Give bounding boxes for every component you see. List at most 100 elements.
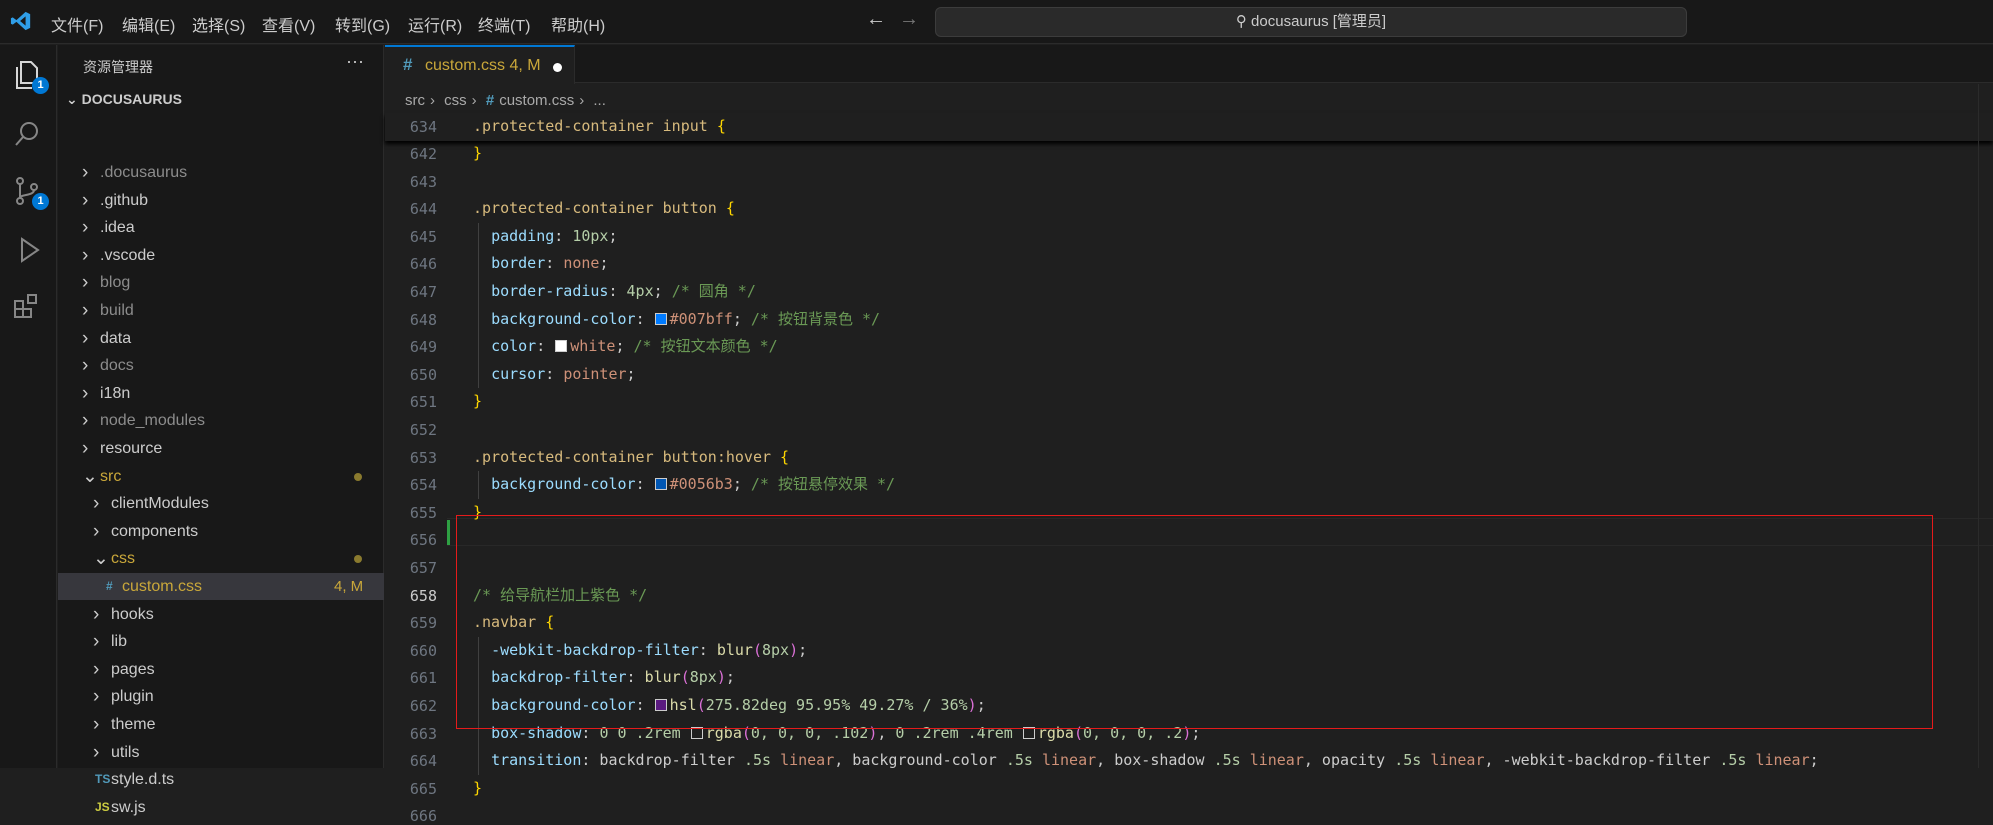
code-token: .protected-container input — [473, 117, 717, 135]
code-line[interactable]: .protected-container button { — [473, 195, 735, 222]
code-line[interactable]: border-radius: 4px; /* 圆角 */ — [473, 278, 756, 305]
folder-item[interactable]: › theme — [58, 711, 384, 738]
more-actions-button[interactable]: ··· — [346, 51, 364, 72]
code-token: border-radius — [491, 282, 609, 300]
code-line[interactable]: .protected-container input { — [473, 113, 726, 140]
breadcrumb-symbol[interactable]: ... — [593, 92, 606, 109]
workspace-root[interactable]: ⌄ DOCUSAURUS — [66, 91, 182, 108]
line-number: 650 — [409, 365, 437, 384]
command-center-search[interactable]: ⚲ docusaurus [管理员] — [935, 7, 1687, 37]
folder-item[interactable]: › data — [58, 325, 384, 352]
folder-item[interactable]: › build — [58, 297, 384, 324]
breadcrumb-src[interactable]: src — [405, 92, 425, 109]
menu-item[interactable]: 转到(G) — [335, 12, 390, 36]
chevron-right-icon: › — [82, 244, 89, 266]
indent-guide — [478, 222, 479, 389]
ts-file-icon: TS — [95, 772, 111, 787]
unsaved-dot-icon[interactable] — [553, 63, 562, 72]
menu-item[interactable]: 编辑(E) — [122, 12, 175, 36]
explorer-icon[interactable]: 1 — [12, 59, 49, 94]
code-line[interactable]: color: white; /* 按钮文本颜色 */ — [473, 333, 778, 360]
folder-item[interactable]: ⌄ src — [58, 463, 384, 490]
folder-item[interactable]: › blog — [58, 269, 384, 296]
code-token: cursor — [491, 364, 546, 383]
color-swatch[interactable] — [555, 340, 568, 353]
line-number: 663 — [409, 724, 437, 743]
folder-item[interactable]: › clientModules — [58, 490, 384, 517]
code-token: .protected-container button — [473, 199, 726, 218]
code-line[interactable]: } — [473, 140, 482, 167]
tree-item-label: pages — [111, 660, 155, 678]
editor-scrollbar[interactable] — [1978, 84, 1993, 768]
tab-custom-css[interactable]: # custom.css 4, M — [385, 45, 575, 84]
code-line[interactable]: padding: 10px; — [473, 223, 617, 250]
code-token: background-color — [491, 309, 636, 328]
folder-item[interactable]: › lib — [58, 628, 384, 655]
folder-item[interactable]: › .docusaurus — [58, 159, 384, 186]
chevron-right-icon: › — [82, 355, 89, 377]
file-item[interactable]: JS sw.js — [58, 794, 384, 821]
menu-item[interactable]: 查看(V) — [262, 12, 315, 36]
code-token: : — [635, 309, 654, 328]
tree-item-label: node_modules — [100, 412, 205, 430]
code-token: linear — [1041, 751, 1097, 770]
code-token: : — [608, 282, 627, 300]
file-item[interactable]: TS style.d.ts — [58, 766, 384, 793]
code-token: ; — [732, 309, 751, 328]
folder-item[interactable]: › i18n — [58, 380, 384, 407]
source-control-icon[interactable]: 1 — [12, 175, 49, 210]
tree-item-label: plugin — [111, 688, 154, 706]
code-token: color — [491, 337, 537, 356]
forward-arrow-icon[interactable]: → — [899, 8, 919, 31]
extensions-icon[interactable] — [12, 291, 44, 323]
run-debug-icon[interactable] — [12, 235, 44, 267]
code-token: ; — [626, 364, 636, 383]
search-icon[interactable] — [12, 119, 44, 151]
chevron-right-icon: › — [93, 714, 100, 735]
folder-item[interactable]: › .github — [58, 187, 384, 214]
folder-item[interactable]: › pages — [58, 656, 384, 683]
folder-item[interactable]: › .idea — [58, 214, 384, 241]
code-token: linear — [780, 751, 835, 770]
git-added-gutter-marker — [447, 520, 450, 545]
folder-item[interactable]: › hooks — [58, 601, 384, 628]
menu-item[interactable]: 帮助(H) — [551, 12, 605, 36]
code-line[interactable]: } — [473, 388, 482, 415]
file-item[interactable]: # custom.css 4, M — [58, 573, 384, 600]
tree-item-label: data — [100, 329, 132, 347]
tab-label: custom.css — [425, 57, 506, 74]
code-line[interactable]: .protected-container button:hover { — [473, 444, 789, 471]
code-line[interactable]: transition: backdrop-filter .5s linear, … — [473, 747, 1819, 774]
folder-item[interactable]: › node_modules — [58, 407, 384, 434]
tree-item-label: css — [111, 550, 135, 568]
breadcrumb-css[interactable]: css — [444, 92, 467, 109]
code-line[interactable]: border: none; — [473, 250, 608, 277]
folder-item[interactable]: › docs — [58, 352, 384, 379]
code-token: ; — [599, 254, 609, 273]
line-number: 659 — [409, 614, 437, 633]
code-line[interactable]: background-color: #0056b3; /* 按钮悬停效果 */ — [473, 471, 895, 498]
folder-item[interactable]: › resource — [58, 435, 384, 462]
menu-item[interactable]: 运行(R) — [408, 12, 462, 36]
folder-item[interactable]: › utils — [58, 739, 384, 766]
folder-item[interactable]: › components — [58, 518, 384, 545]
code-line[interactable]: background-color: #007bff; /* 按钮背景色 */ — [473, 306, 880, 333]
code-token: : — [545, 364, 564, 383]
code-token: { — [725, 199, 735, 218]
code-line[interactable]: } — [473, 775, 482, 802]
breadcrumb-file[interactable]: custom.css — [499, 92, 574, 109]
chevron-right-icon: › — [93, 686, 100, 708]
folder-item[interactable]: › .vscode — [58, 242, 384, 269]
menu-item[interactable]: 终端(T) — [478, 12, 530, 36]
menu-item[interactable]: 文件(F) — [51, 12, 103, 36]
color-swatch[interactable] — [654, 478, 667, 491]
color-swatch[interactable] — [654, 312, 667, 325]
workspace-root-label: DOCUSAURUS — [81, 91, 182, 107]
folder-item[interactable]: ⌄ css — [58, 545, 384, 572]
back-arrow-icon[interactable]: ← — [866, 8, 886, 31]
menu-item[interactable]: 选择(S) — [192, 12, 245, 36]
code-line[interactable]: cursor: pointer; — [473, 361, 636, 388]
tree-item-label: blog — [100, 274, 131, 292]
folder-item[interactable]: › plugin — [58, 683, 384, 710]
